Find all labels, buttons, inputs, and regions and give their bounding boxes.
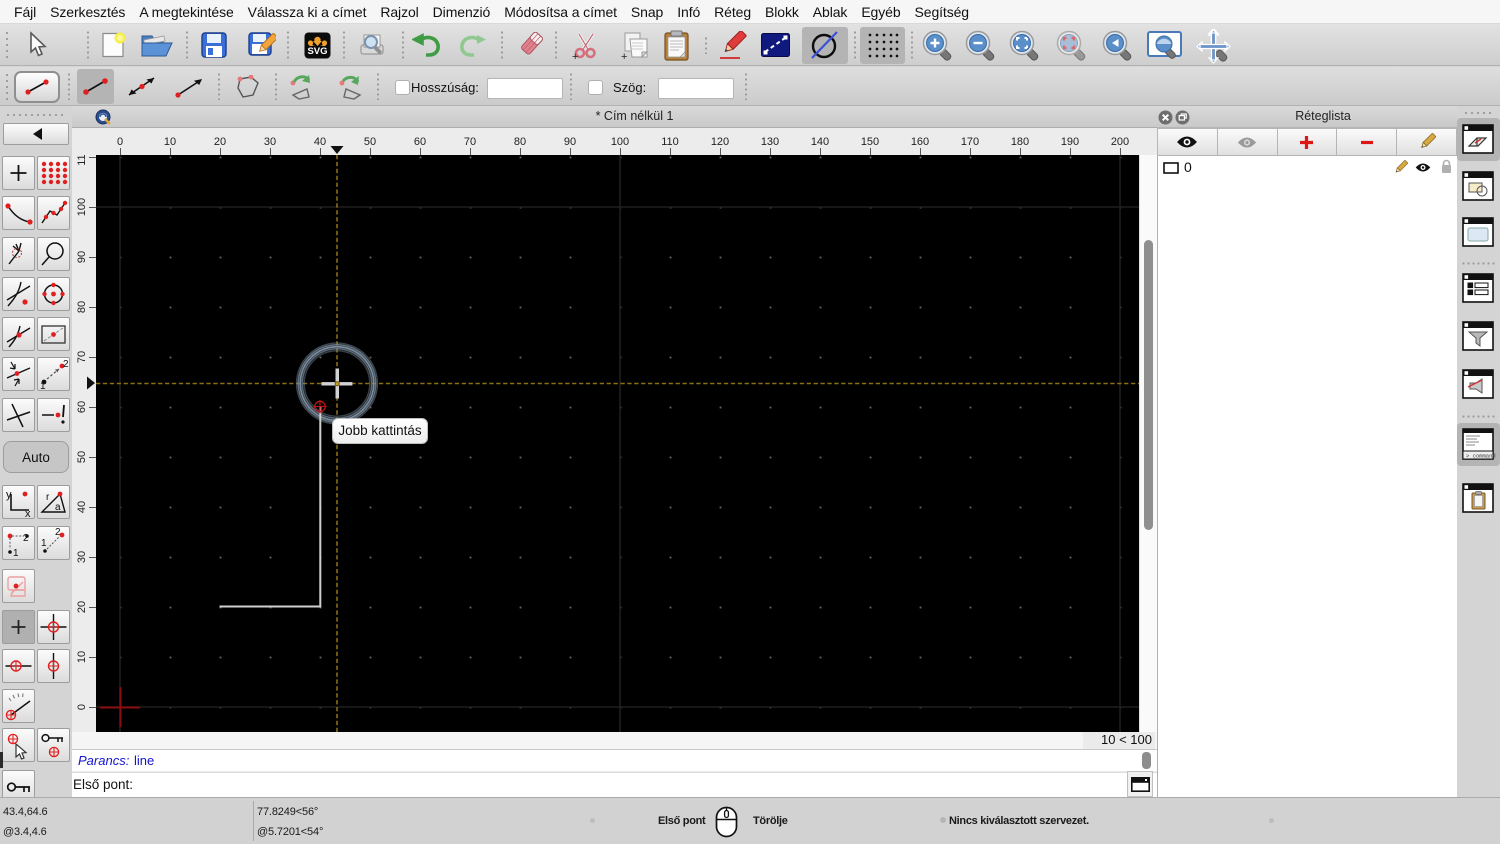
svg-text:30: 30 [76, 551, 88, 563]
svg-text:+: + [572, 51, 578, 61]
svg-text:a: a [55, 502, 61, 513]
svg-text:1: 1 [41, 538, 47, 549]
svg-text:20: 20 [214, 136, 226, 148]
svg-text:180: 180 [1011, 136, 1029, 148]
svg-text:130: 130 [761, 136, 779, 148]
svg-text:10: 10 [76, 651, 88, 663]
svg-text:0: 0 [117, 136, 123, 148]
svg-text:50: 50 [76, 451, 88, 463]
svg-text:1: 1 [13, 548, 19, 559]
svg-text:150: 150 [861, 136, 879, 148]
svg-text:2: 2 [63, 359, 69, 370]
svg-text:100: 100 [76, 198, 88, 216]
svg-text:140: 140 [811, 136, 829, 148]
svg-text:190: 190 [1061, 136, 1079, 148]
svg-text:70: 70 [464, 136, 476, 148]
svg-text:x: x [25, 508, 31, 518]
svg-text:50: 50 [364, 136, 376, 148]
svg-text:170: 170 [961, 136, 979, 148]
svg-text:80: 80 [514, 136, 526, 148]
svg-text:0: 0 [76, 704, 88, 710]
svg-text:200: 200 [1111, 136, 1129, 148]
svg-text:20: 20 [76, 601, 88, 613]
svg-text:SVG: SVG [307, 46, 327, 57]
svg-text:90: 90 [76, 251, 88, 263]
svg-text:160: 160 [911, 136, 929, 148]
svg-text:80: 80 [76, 301, 88, 313]
svg-text:30: 30 [264, 136, 276, 148]
svg-text:> command: > command [1466, 453, 1496, 460]
svg-text:+: + [621, 51, 627, 61]
svg-text:120: 120 [711, 136, 729, 148]
svg-text:100: 100 [611, 136, 629, 148]
svg-text:10: 10 [164, 136, 176, 148]
svg-text:1: 1 [40, 381, 46, 390]
svg-text:90: 90 [564, 136, 576, 148]
svg-text:40: 40 [76, 501, 88, 513]
svg-text:110: 110 [661, 136, 679, 148]
svg-text:2: 2 [55, 527, 61, 538]
svg-text:2: 2 [23, 533, 29, 544]
svg-text:70: 70 [76, 351, 88, 363]
svg-text:60: 60 [76, 401, 88, 413]
svg-text:110: 110 [76, 155, 88, 166]
svg-text:r: r [46, 492, 50, 503]
svg-text:40: 40 [314, 136, 326, 148]
svg-text:60: 60 [414, 136, 426, 148]
svg-text:y: y [6, 489, 12, 501]
